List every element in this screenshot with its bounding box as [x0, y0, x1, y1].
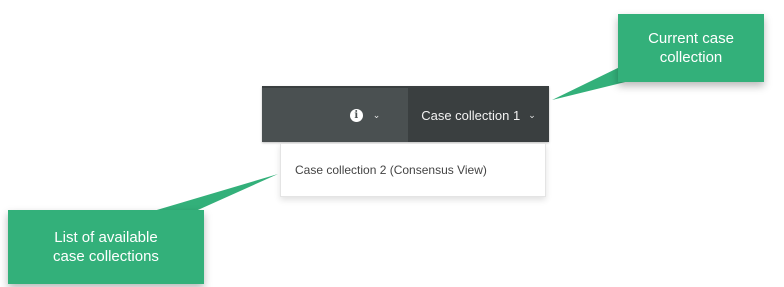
current-collection-label: Case collection 1 [421, 107, 521, 123]
case-collection-dropdown: Case collection 2 (Consensus View) [280, 143, 546, 197]
case-collection-selector[interactable]: Case collection 1 ⌄ [408, 88, 549, 142]
callout-text: collection [659, 49, 723, 66]
current-collection-callout: Current case collection [618, 14, 764, 82]
callout-text: Current case [648, 30, 734, 47]
top-toolbar: i ⌄ Case collection 1 ⌄ [262, 86, 549, 142]
chevron-down-icon: ⌄ [528, 109, 536, 120]
info-icon: i [349, 108, 363, 122]
info-menu-button[interactable]: i ⌄ [322, 88, 408, 142]
callout-text: List of available [54, 229, 158, 246]
callout-text: case collections [53, 248, 159, 265]
dropdown-item-case-collection-2[interactable]: Case collection 2 (Consensus View) [281, 144, 545, 196]
chevron-down-icon: ⌄ [372, 109, 381, 120]
collection-list-callout: List of available case collections [8, 210, 204, 284]
annotated-screenshot: i ⌄ Case collection 1 ⌄ Case collection … [0, 0, 784, 287]
